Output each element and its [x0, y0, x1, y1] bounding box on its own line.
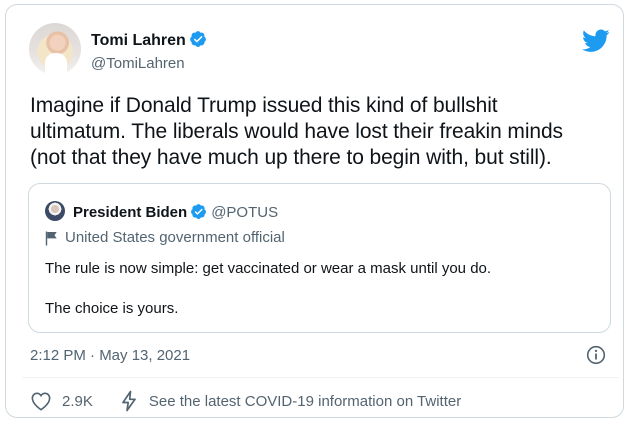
divider [22, 377, 619, 378]
quoted-author-handle[interactable]: @POTUS [211, 204, 278, 221]
author-name[interactable]: Tomi Lahren [91, 32, 186, 49]
author-name-row[interactable]: Tomi Lahren [91, 30, 207, 51]
tweet-timestamp[interactable]: 2:12 PM · May 13, 2021 [30, 346, 190, 366]
twitter-bird-icon[interactable] [582, 29, 610, 53]
bolt-icon[interactable] [121, 390, 137, 412]
quoted-tweet-text: The rule is now simple: get vaccinated o… [45, 260, 492, 317]
tweet-card: Tomi Lahren @TomiLahren Imagine if Donal… [5, 4, 624, 418]
quoted-author-name[interactable]: President Biden [73, 204, 187, 221]
verified-badge-icon [189, 31, 206, 47]
quoted-tweet[interactable]: President Biden @POTUS United States gove… [28, 183, 611, 333]
tweet-text: Imagine if Donald Trump issued this kind… [30, 94, 563, 169]
flag-icon [45, 231, 57, 245]
verified-badge-icon [191, 204, 207, 219]
info-icon[interactable] [586, 345, 606, 365]
covid-info-link[interactable]: See the latest COVID-19 information on T… [149, 393, 461, 410]
heart-icon[interactable] [30, 391, 52, 411]
action-bar: 2.9K See the latest COVID-19 information… [30, 389, 461, 413]
author-handle[interactable]: @TomiLahren [91, 54, 185, 74]
government-label: United States government official [45, 229, 285, 247]
quoted-author-row[interactable]: President Biden @POTUS [73, 203, 278, 222]
like-count[interactable]: 2.9K [62, 393, 93, 410]
government-label-text: United States government official [65, 229, 285, 246]
quoted-author-avatar[interactable] [45, 201, 65, 221]
author-avatar[interactable] [29, 23, 81, 75]
